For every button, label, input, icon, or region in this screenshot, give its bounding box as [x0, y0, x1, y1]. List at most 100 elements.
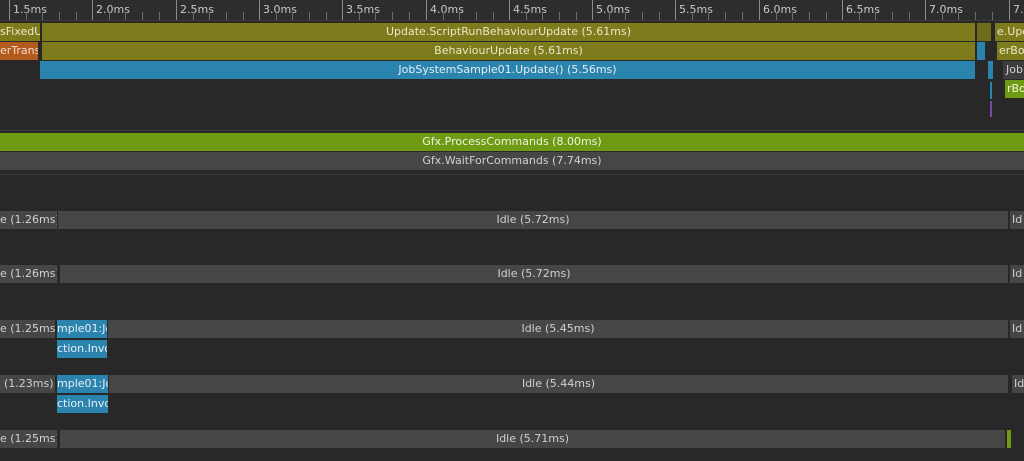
worker-thread-3: e (1.25ms) mple01:Jo Idle (5.45ms) Id ct…	[0, 319, 1024, 361]
ruler-minor-tick	[742, 12, 743, 20]
ruler-minor-tick	[292, 12, 293, 20]
ruler-major-tick	[1009, 0, 1010, 20]
worker-thread-2: e (1.26ms) Idle (5.72ms) Id	[0, 264, 1024, 284]
ruler-major-tick	[426, 0, 427, 20]
sample-worker-job[interactable]: mple01:Jo	[57, 375, 108, 393]
ruler-minor-tick	[659, 12, 660, 20]
sample-worker-idle[interactable]: Idle (5.71ms)	[60, 430, 1005, 448]
separator	[0, 174, 1024, 175]
sample-erbo-right[interactable]: erBo	[997, 42, 1024, 60]
sample-worker-left[interactable]: e (1.26ms)	[0, 211, 57, 229]
sample-update-right[interactable]: e.Upd	[995, 23, 1024, 41]
sample-job-system-sample-update[interactable]: JobSystemSample01.Update() (5.56ms)	[40, 61, 975, 79]
sample-worker-right[interactable]: Id	[1012, 375, 1024, 393]
marker-purple-thin	[990, 101, 992, 117]
ruler-major-tick	[509, 0, 510, 20]
sample-fixed-update-left[interactable]: sFixedU	[0, 23, 40, 41]
ruler-minor-tick	[26, 12, 27, 20]
sample-worker-right[interactable]: Id	[1010, 265, 1024, 283]
sample-worker-left[interactable]: (1.23ms)	[0, 375, 55, 393]
time-ruler[interactable]: 1.5ms 2.0ms 2.5ms 3.0ms 3.5ms 4.0ms 4.5ms 5.0ms…	[0, 0, 1024, 21]
ruler-minor-tick	[826, 12, 827, 20]
sample-worker-idle[interactable]: Idle (5.45ms)	[108, 320, 1008, 338]
ruler-minor-tick	[576, 12, 577, 20]
ruler-minor-tick	[159, 12, 160, 20]
ruler-minor-tick	[226, 12, 227, 20]
sample-worker-left[interactable]: e (1.25ms)	[0, 430, 57, 448]
sample-rbo-right[interactable]: rBo	[1005, 80, 1024, 98]
ruler-minor-tick	[792, 12, 793, 20]
ruler-minor-tick	[42, 12, 43, 20]
sample-worker-idle[interactable]: Idle (5.72ms)	[58, 211, 1008, 229]
ruler-minor-tick	[776, 12, 777, 20]
ruler-minor-tick	[859, 12, 860, 20]
sample-transform-left[interactable]: erTrans	[0, 42, 38, 60]
ruler-minor-tick	[309, 12, 310, 20]
worker-thread-4: (1.23ms) mple01:Jo Idle (5.44ms) Id ctio…	[0, 374, 1024, 416]
ruler-minor-tick	[625, 12, 626, 20]
sample-small-blue-b[interactable]	[988, 61, 993, 79]
ruler-minor-tick	[76, 12, 77, 20]
sample-gfx-process-commands[interactable]: Gfx.ProcessCommands (8.00ms)	[0, 133, 1024, 151]
ruler-minor-tick	[459, 12, 460, 20]
ruler-minor-tick	[243, 12, 244, 20]
ruler-major-tick	[759, 0, 760, 20]
ruler-minor-tick	[526, 12, 527, 20]
ruler-minor-tick	[476, 12, 477, 20]
ruler-major-tick	[92, 0, 93, 20]
ruler-minor-tick	[125, 12, 126, 20]
ruler-tick-label: 7.5	[1013, 3, 1024, 16]
ruler-minor-tick	[725, 12, 726, 20]
sample-worker-left[interactable]: e (1.26ms)	[0, 265, 57, 283]
ruler-minor-tick	[692, 12, 693, 20]
ruler-major-tick	[176, 0, 177, 20]
ruler-minor-tick	[975, 12, 976, 20]
ruler-minor-tick	[809, 12, 810, 20]
ruler-major-tick	[675, 0, 676, 20]
sample-worker-right-green[interactable]	[1007, 430, 1011, 448]
ruler-minor-tick	[542, 12, 543, 20]
ruler-major-tick	[592, 0, 593, 20]
sample-gfx-wait-for-commands[interactable]: Gfx.WaitForCommands (7.74ms)	[0, 152, 1024, 170]
render-thread-band: Gfx.ProcessCommands (8.00ms) Gfx.WaitFor…	[0, 131, 1024, 173]
ruler-minor-tick	[875, 12, 876, 20]
ruler-minor-tick	[59, 12, 60, 20]
ruler-minor-tick	[326, 12, 327, 20]
sample-small-right-a[interactable]	[977, 23, 991, 41]
ruler-minor-tick	[892, 12, 893, 20]
sample-worker-idle[interactable]: Idle (5.72ms)	[60, 265, 1008, 283]
ruler-minor-tick	[409, 12, 410, 20]
ruler-major-tick	[342, 0, 343, 20]
ruler-minor-tick	[909, 12, 910, 20]
sample-worker-job-invoke[interactable]: ction.Invo	[57, 340, 107, 358]
sample-job-right[interactable]: Job	[1003, 61, 1024, 79]
sample-worker-job-invoke[interactable]: ction.Invo	[57, 395, 108, 413]
sample-worker-right[interactable]: Id	[1010, 211, 1024, 229]
worker-thread-1: e (1.26ms) Idle (5.72ms) Id	[0, 210, 1024, 230]
ruler-minor-tick	[359, 12, 360, 20]
ruler-major-tick	[9, 0, 10, 20]
ruler-minor-tick	[958, 12, 959, 20]
ruler-minor-tick	[392, 12, 393, 20]
ruler-major-tick	[259, 0, 260, 20]
worker-thread-5: e (1.25ms) Idle (5.71ms)	[0, 429, 1024, 461]
ruler-minor-tick	[708, 12, 709, 20]
sample-small-blue-right[interactable]	[977, 42, 985, 60]
ruler-minor-tick	[142, 12, 143, 20]
sample-worker-right[interactable]: Id	[1010, 320, 1024, 338]
ruler-minor-tick	[942, 12, 943, 20]
ruler-minor-tick	[109, 12, 110, 20]
ruler-major-tick	[842, 0, 843, 20]
sample-worker-idle[interactable]: Idle (5.44ms)	[109, 375, 1008, 393]
sample-worker-left[interactable]: e (1.25ms)	[0, 320, 55, 338]
ruler-minor-tick	[992, 12, 993, 20]
sample-behaviour-update[interactable]: BehaviourUpdate (5.61ms)	[42, 42, 975, 60]
sample-worker-job[interactable]: mple01:Jo	[57, 320, 107, 338]
ruler-minor-tick	[209, 12, 210, 20]
ruler-major-tick	[925, 0, 926, 20]
ruler-minor-tick	[193, 12, 194, 20]
ruler-minor-tick	[609, 12, 610, 20]
ruler-minor-tick	[443, 12, 444, 20]
marker-blue-thin	[990, 82, 992, 99]
sample-script-run-behaviour-update[interactable]: Update.ScriptRunBehaviourUpdate (5.61ms)	[42, 23, 975, 41]
